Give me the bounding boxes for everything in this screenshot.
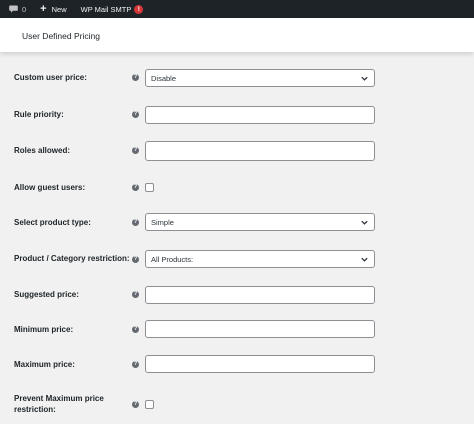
comments-count: 0 xyxy=(22,4,27,14)
admin-bar: 0 + New WP Mail SMTP ! xyxy=(0,0,474,18)
rule-priority-input[interactable] xyxy=(145,106,375,124)
product-category-restriction-label: Product / Category restriction: xyxy=(14,254,130,263)
help-icon[interactable]: ? xyxy=(132,256,139,263)
help-icon[interactable]: ? xyxy=(132,401,139,408)
help-icon[interactable]: ? xyxy=(132,111,139,118)
chevron-down-icon xyxy=(361,257,368,262)
alert-badge: ! xyxy=(134,4,144,14)
new-content-menu[interactable]: + New xyxy=(40,0,66,18)
custom-user-price-value: Disable xyxy=(151,74,177,83)
minimum-price-input[interactable] xyxy=(145,320,375,338)
allow-guest-users-label: Allow guest users: xyxy=(14,183,86,192)
custom-user-price-select[interactable]: Disable xyxy=(145,69,375,87)
chevron-down-icon xyxy=(361,220,368,225)
help-icon[interactable]: ? xyxy=(132,291,139,298)
product-category-restriction-select[interactable]: All Products: xyxy=(145,250,375,268)
page-header: User Defined Pricing xyxy=(0,18,474,52)
allow-guest-users-checkbox[interactable] xyxy=(145,183,154,192)
select-product-type-label: Select product type: xyxy=(14,218,91,227)
prevent-maximum-price-restriction-label: Prevent Maximum price restriction: xyxy=(14,393,104,415)
chevron-down-icon xyxy=(361,76,368,81)
help-icon[interactable]: ? xyxy=(132,147,139,154)
maximum-price-label: Maximum price: xyxy=(14,360,75,369)
suggested-price-label: Suggested price: xyxy=(14,290,79,299)
wp-mail-smtp-label: WP Mail SMTP xyxy=(80,4,132,14)
help-icon[interactable]: ? xyxy=(132,74,139,81)
prevent-label-line1: Prevent Maximum price xyxy=(14,394,104,403)
help-icon[interactable]: ? xyxy=(132,184,139,191)
comment-icon xyxy=(9,5,18,13)
new-label: New xyxy=(51,4,67,14)
product-category-restriction-value: All Products: xyxy=(151,255,194,264)
roles-allowed-label: Roles allowed: xyxy=(14,146,71,155)
help-icon[interactable]: ? xyxy=(132,361,139,368)
rule-priority-label: Rule priority: xyxy=(14,110,64,119)
page-title: User Defined Pricing xyxy=(22,31,100,41)
roles-allowed-input[interactable] xyxy=(145,141,375,161)
maximum-price-input[interactable] xyxy=(145,355,375,373)
wp-mail-smtp-menu[interactable]: WP Mail SMTP ! xyxy=(81,0,144,18)
select-product-type-value: Simple xyxy=(151,218,174,227)
minimum-price-label: Minimum price: xyxy=(14,325,74,334)
prevent-maximum-price-restriction-checkbox[interactable] xyxy=(145,400,154,409)
help-icon[interactable]: ? xyxy=(132,219,139,226)
custom-user-price-label: Custom user price: xyxy=(14,73,87,82)
suggested-price-input[interactable] xyxy=(145,286,375,304)
comments-menu[interactable]: 0 xyxy=(9,0,26,18)
plus-icon: + xyxy=(40,2,47,15)
select-product-type-select[interactable]: Simple xyxy=(145,213,375,231)
help-icon[interactable]: ? xyxy=(132,326,139,333)
prevent-label-line2: restriction: xyxy=(14,405,56,414)
